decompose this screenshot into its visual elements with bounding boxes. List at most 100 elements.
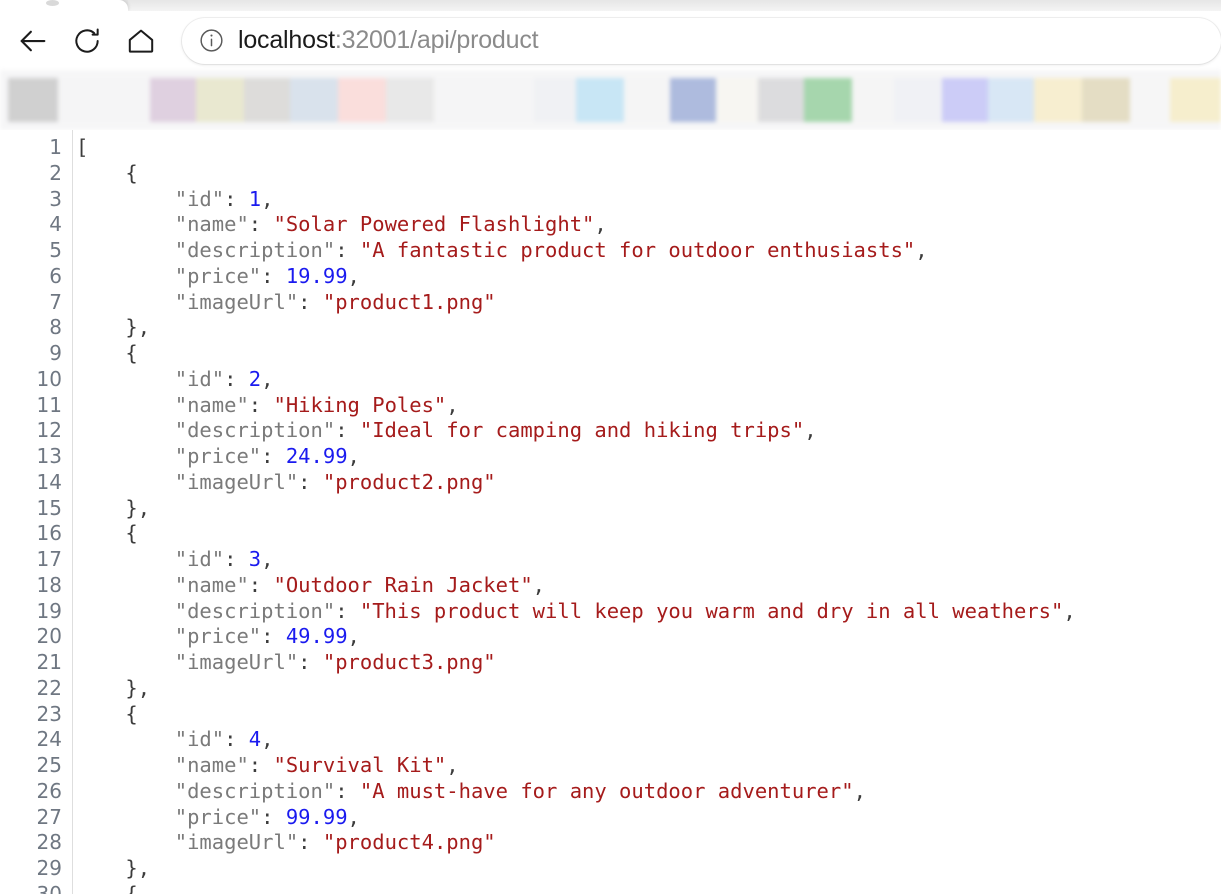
json-token-key: "price" <box>76 624 262 649</box>
bookmark-item[interactable] <box>804 78 852 122</box>
json-token-key: "price" <box>76 804 262 829</box>
json-token-str: "Ideal for camping and hiking trips" <box>359 418 805 443</box>
json-token-str: "product2.png" <box>322 469 496 494</box>
bookmarks-bar[interactable] <box>0 70 1221 130</box>
json-token-str: "This product will keep you warm and dry… <box>359 598 1064 623</box>
bookmark-item[interactable] <box>338 78 386 122</box>
json-token-key: "name" <box>76 753 249 777</box>
line-number: 17 <box>36 547 62 571</box>
json-token-punc: : <box>335 778 360 803</box>
json-token-punc: , <box>446 392 459 417</box>
json-response-viewer[interactable]: 1[2 {3 "id": 1, 4 "name": "Solar Powered … <box>0 130 1221 894</box>
url-path: :32001/api/product <box>334 26 539 54</box>
json-token-punc: : <box>248 392 274 417</box>
bookmark-item[interactable] <box>758 78 804 122</box>
json-token-key: "description" <box>76 598 336 623</box>
json-token-str: "product1.png" <box>322 289 496 314</box>
line-number: 25 <box>36 753 62 777</box>
code-line-content: "description": "Ideal for camping and hi… <box>76 418 1221 444</box>
json-token-str: "Outdoor Rain Jacket" <box>273 572 533 597</box>
json-token-punc: : <box>248 753 274 777</box>
bookmark-item[interactable] <box>576 78 624 122</box>
line-number: 11 <box>36 392 62 417</box>
bookmark-item[interactable] <box>852 78 894 122</box>
code-line-content: }, <box>76 315 1221 341</box>
code-line: 26 "description": "A must-have for any o… <box>0 779 1221 805</box>
json-token-key: "imageUrl" <box>76 469 299 494</box>
code-line: 24 "id": 4, <box>0 727 1221 753</box>
json-token-num: 2 <box>248 366 262 391</box>
bookmark-item[interactable] <box>434 78 534 122</box>
bookmark-item[interactable] <box>988 78 1034 122</box>
code-line: 7 "imageUrl": "product1.png" <box>0 290 1221 316</box>
json-token-punc: , <box>804 418 817 443</box>
code-line: 25 "name": "Survival Kit", <box>0 753 1221 779</box>
bookmark-item[interactable] <box>894 78 942 122</box>
code-line: 30 { <box>0 882 1221 894</box>
json-token-punc: : <box>261 444 286 468</box>
code-line-content: { <box>76 341 1221 367</box>
bookmark-item[interactable] <box>386 78 434 122</box>
code-line: 27 "price": 99.99, <box>0 805 1221 831</box>
json-token-punc: : <box>224 186 249 211</box>
json-token-punc: , <box>261 727 274 752</box>
code-line: 14 "imageUrl": "product2.png" <box>0 470 1221 496</box>
code-line: 12 "description": "Ideal for camping and… <box>0 418 1221 444</box>
bookmark-item[interactable] <box>534 78 576 122</box>
bookmark-item[interactable] <box>244 78 290 122</box>
json-token-punc: : <box>248 572 274 597</box>
bookmark-item[interactable] <box>942 78 988 122</box>
reload-button[interactable] <box>60 14 114 68</box>
code-line-content: "name": "Hiking Poles", <box>76 393 1221 419</box>
code-line-content: "imageUrl": "product2.png" <box>76 470 1221 496</box>
bookmark-item[interactable] <box>624 78 670 122</box>
json-token-punc: : <box>298 650 323 674</box>
json-token-key: "imageUrl" <box>76 650 299 674</box>
line-number: 3 <box>49 186 62 211</box>
code-line: 15 }, <box>0 496 1221 522</box>
active-tab[interactable] <box>0 0 128 11</box>
code-line-content: "id": 4, <box>76 727 1221 753</box>
code-line: 5 "description": "A fantastic product fo… <box>0 238 1221 264</box>
bookmark-item[interactable] <box>290 78 338 122</box>
json-code-area: 1[2 {3 "id": 1, 4 "name": "Solar Powered … <box>0 130 1221 894</box>
json-token-punc: : <box>335 238 360 262</box>
json-token-key: "name" <box>76 212 249 237</box>
json-token-str: "Hiking Poles" <box>273 392 447 417</box>
code-line-content: "id": 3, <box>76 547 1221 573</box>
home-icon <box>125 25 157 57</box>
code-line: 17 "id": 3, <box>0 547 1221 573</box>
json-token-key: "id" <box>76 366 225 391</box>
line-number: 28 <box>36 830 62 855</box>
bookmark-item[interactable] <box>1170 78 1221 122</box>
bookmark-item[interactable] <box>1082 78 1130 122</box>
address-bar[interactable]: localhost:32001/api/product <box>182 17 1221 64</box>
json-token-punc: , <box>446 753 459 777</box>
json-token-punc: , <box>532 572 546 597</box>
code-line-content: { <box>76 521 1221 547</box>
bookmark-item[interactable] <box>670 78 716 122</box>
bookmark-item[interactable] <box>716 78 758 122</box>
back-button[interactable] <box>6 14 60 68</box>
code-line: 19 "description": "This product will kee… <box>0 599 1221 625</box>
code-line: 22 }, <box>0 676 1221 702</box>
line-number: 29 <box>36 856 62 880</box>
code-line: 20 "price": 49.99, <box>0 624 1221 650</box>
json-token-punc: , <box>261 186 274 211</box>
bookmark-item[interactable] <box>1034 78 1082 122</box>
code-line-content: }, <box>76 856 1221 882</box>
line-number: 24 <box>36 727 62 752</box>
bookmark-item[interactable] <box>8 78 58 122</box>
bookmark-item[interactable] <box>58 78 150 122</box>
bookmark-item[interactable] <box>1130 78 1170 122</box>
line-number: 22 <box>36 675 62 700</box>
info-circle-icon[interactable] <box>196 26 226 56</box>
json-token-key: "id" <box>76 727 225 752</box>
bookmark-item[interactable] <box>150 78 196 122</box>
home-button[interactable] <box>114 14 168 68</box>
code-line: 9 { <box>0 341 1221 367</box>
code-line-content: }, <box>76 496 1221 522</box>
bookmark-item[interactable] <box>196 78 244 122</box>
code-line: 28 "imageUrl": "product4.png" <box>0 830 1221 856</box>
json-token-key: "id" <box>76 547 225 571</box>
